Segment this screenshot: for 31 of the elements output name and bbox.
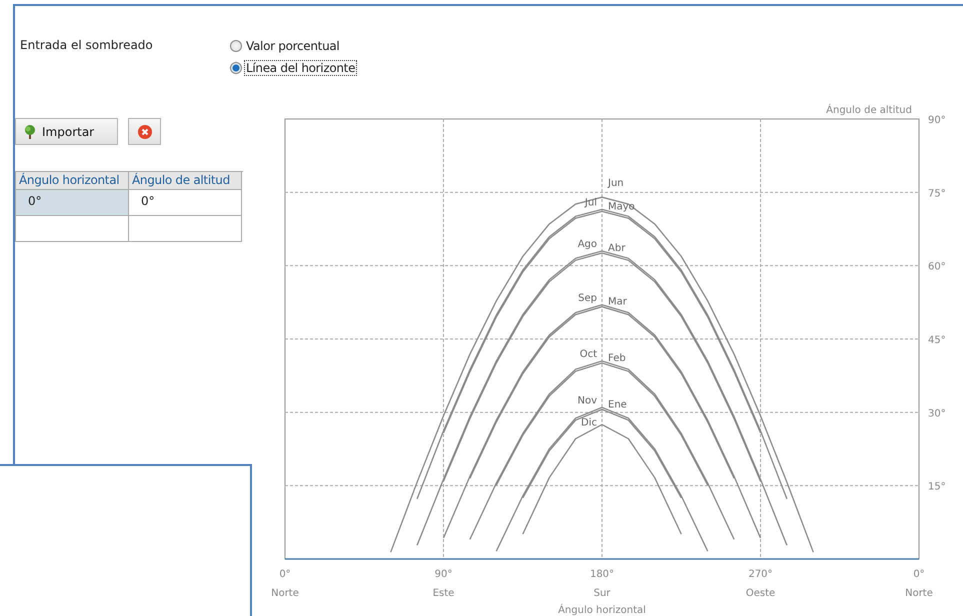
y-tick-label: 45° [928, 335, 946, 346]
y-tick-label: 30° [928, 408, 946, 420]
month-label: Feb [608, 352, 626, 364]
month-label: Ene [608, 399, 627, 410]
x-tick-label: 270° [748, 569, 773, 580]
month-label: Jul [584, 197, 597, 208]
x-tick-label: 0° [913, 569, 925, 580]
y-tick-label: 15° [928, 482, 946, 493]
x-tick-label: 90° [434, 569, 452, 580]
direction-label: Norte [271, 588, 299, 599]
month-label: Mar [608, 296, 627, 308]
direction-label: Sur [594, 588, 610, 599]
month-label: Ago [578, 239, 597, 250]
month-label: Dic [581, 418, 597, 429]
x-axis-title: Ángulo horizontal [558, 605, 646, 616]
month-label: Oct [580, 349, 597, 360]
y-tick-label: 75° [928, 188, 946, 200]
y-tick-label: 90° [928, 115, 946, 126]
shading-label: Entrada el sombreado [20, 38, 154, 54]
direction-label: Norte [905, 588, 933, 599]
x-tick-label: 0° [279, 569, 291, 580]
direction-label: Oeste [746, 588, 776, 599]
month-label: Mayo [608, 201, 635, 212]
x-tick-label: 180° [590, 569, 614, 580]
month-label: Sep [578, 292, 597, 304]
y-axis-title: Ángulo de altitud [826, 105, 912, 116]
month-label: Abr [608, 242, 626, 254]
month-label: Nov [577, 395, 597, 406]
y-tick-label: 60° [928, 262, 946, 273]
direction-label: Este [432, 588, 454, 599]
month-label: Jun [608, 178, 624, 190]
